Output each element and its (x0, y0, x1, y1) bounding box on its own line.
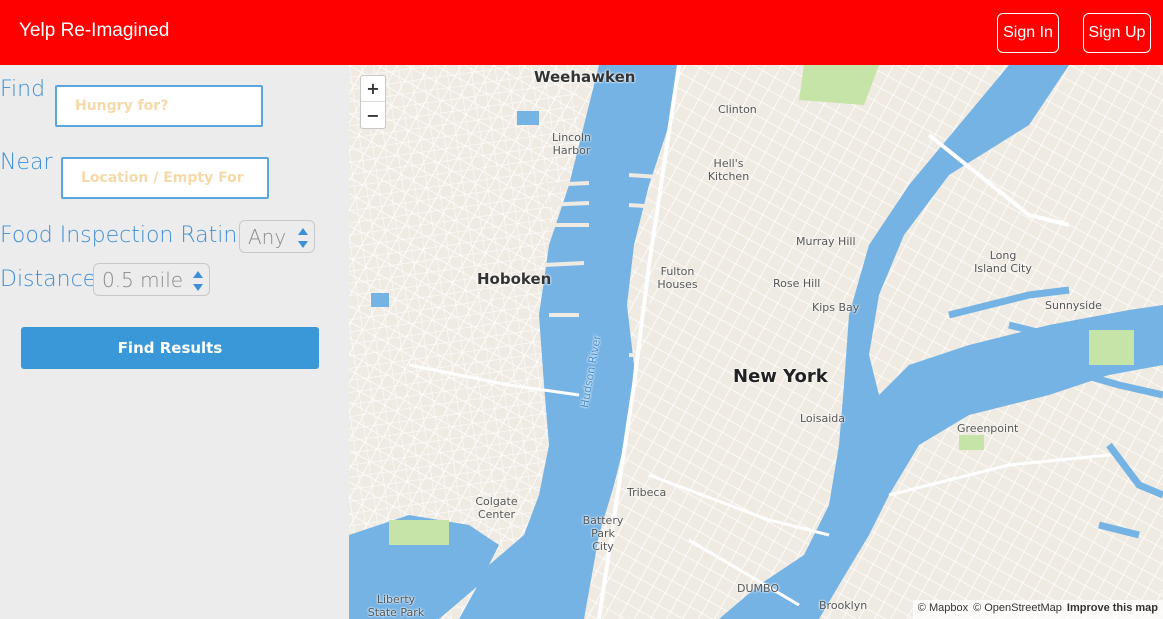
find-results-button[interactable]: Find Results (21, 327, 319, 369)
distance-select[interactable]: 0.5 mile (93, 263, 210, 296)
brand-title[interactable]: Yelp Re-Imagined (19, 20, 169, 42)
place-label: Hell's Kitchen (707, 157, 750, 183)
pond (517, 111, 539, 125)
place-label: Liberty State Park (367, 593, 425, 619)
place-label: Tribeca (627, 486, 667, 499)
zoom-control: + − (360, 75, 386, 129)
openstreetmap-link[interactable]: © OpenStreetMap (973, 602, 1062, 617)
map-view[interactable]: Weehawken Hoboken New York Lincoln Harbo… (349, 65, 1163, 619)
improve-map-link[interactable]: Improve this map (1067, 602, 1158, 617)
place-label: DUMBO (737, 582, 780, 595)
place-label: Greenpoint (957, 422, 1019, 435)
place-label: Colgate Center (475, 495, 518, 521)
place-label: Loisaida (800, 412, 845, 425)
place-label: Murray Hill (796, 235, 856, 248)
sign-in-button[interactable]: Sign In (997, 13, 1059, 53)
distance-value: 0.5 mile (102, 267, 184, 292)
map-attribution: © Mapbox © OpenStreetMap Improve this ma… (912, 600, 1163, 619)
place-label: Hoboken (477, 270, 552, 288)
place-label: Sunnyside (1045, 299, 1102, 312)
near-input[interactable] (61, 157, 269, 199)
place-label: Weehawken (534, 68, 636, 86)
zoom-out-button[interactable]: − (361, 102, 385, 128)
sign-up-button[interactable]: Sign Up (1083, 13, 1151, 53)
find-input[interactable] (55, 85, 263, 127)
distance-label: Distance (0, 267, 97, 292)
zoom-in-button[interactable]: + (361, 76, 385, 102)
food-inspection-rating-select[interactable]: Any (239, 220, 315, 253)
pond (371, 293, 389, 307)
map-canvas[interactable] (349, 65, 1163, 619)
find-label: Find (0, 77, 46, 102)
place-label: Battery Park City (582, 514, 624, 553)
place-label: Fulton Houses (657, 265, 698, 291)
place-label: Clinton (718, 103, 757, 116)
select-arrows-icon (298, 228, 308, 248)
food-inspection-rating-label: Food Inspection Rating (0, 223, 251, 248)
place-label: Brooklyn (819, 599, 868, 612)
place-label: Lincoln Harbor (552, 131, 591, 157)
place-label: Rose Hill (773, 277, 821, 290)
top-navbar: Yelp Re-Imagined Sign In Sign Up (0, 0, 1163, 65)
park (959, 435, 984, 450)
mapbox-link[interactable]: © Mapbox (918, 602, 968, 617)
near-label: Near (0, 150, 53, 175)
search-sidebar: Find Near Food Inspection Rating Any Dis… (0, 65, 349, 619)
place-label: New York (733, 366, 828, 387)
food-inspection-rating-value: Any (248, 224, 287, 249)
place-label: Kips Bay (812, 301, 860, 314)
select-arrows-icon (193, 271, 203, 291)
park (389, 520, 449, 545)
place-label: Long Island City (974, 249, 1032, 275)
park (1089, 330, 1134, 365)
